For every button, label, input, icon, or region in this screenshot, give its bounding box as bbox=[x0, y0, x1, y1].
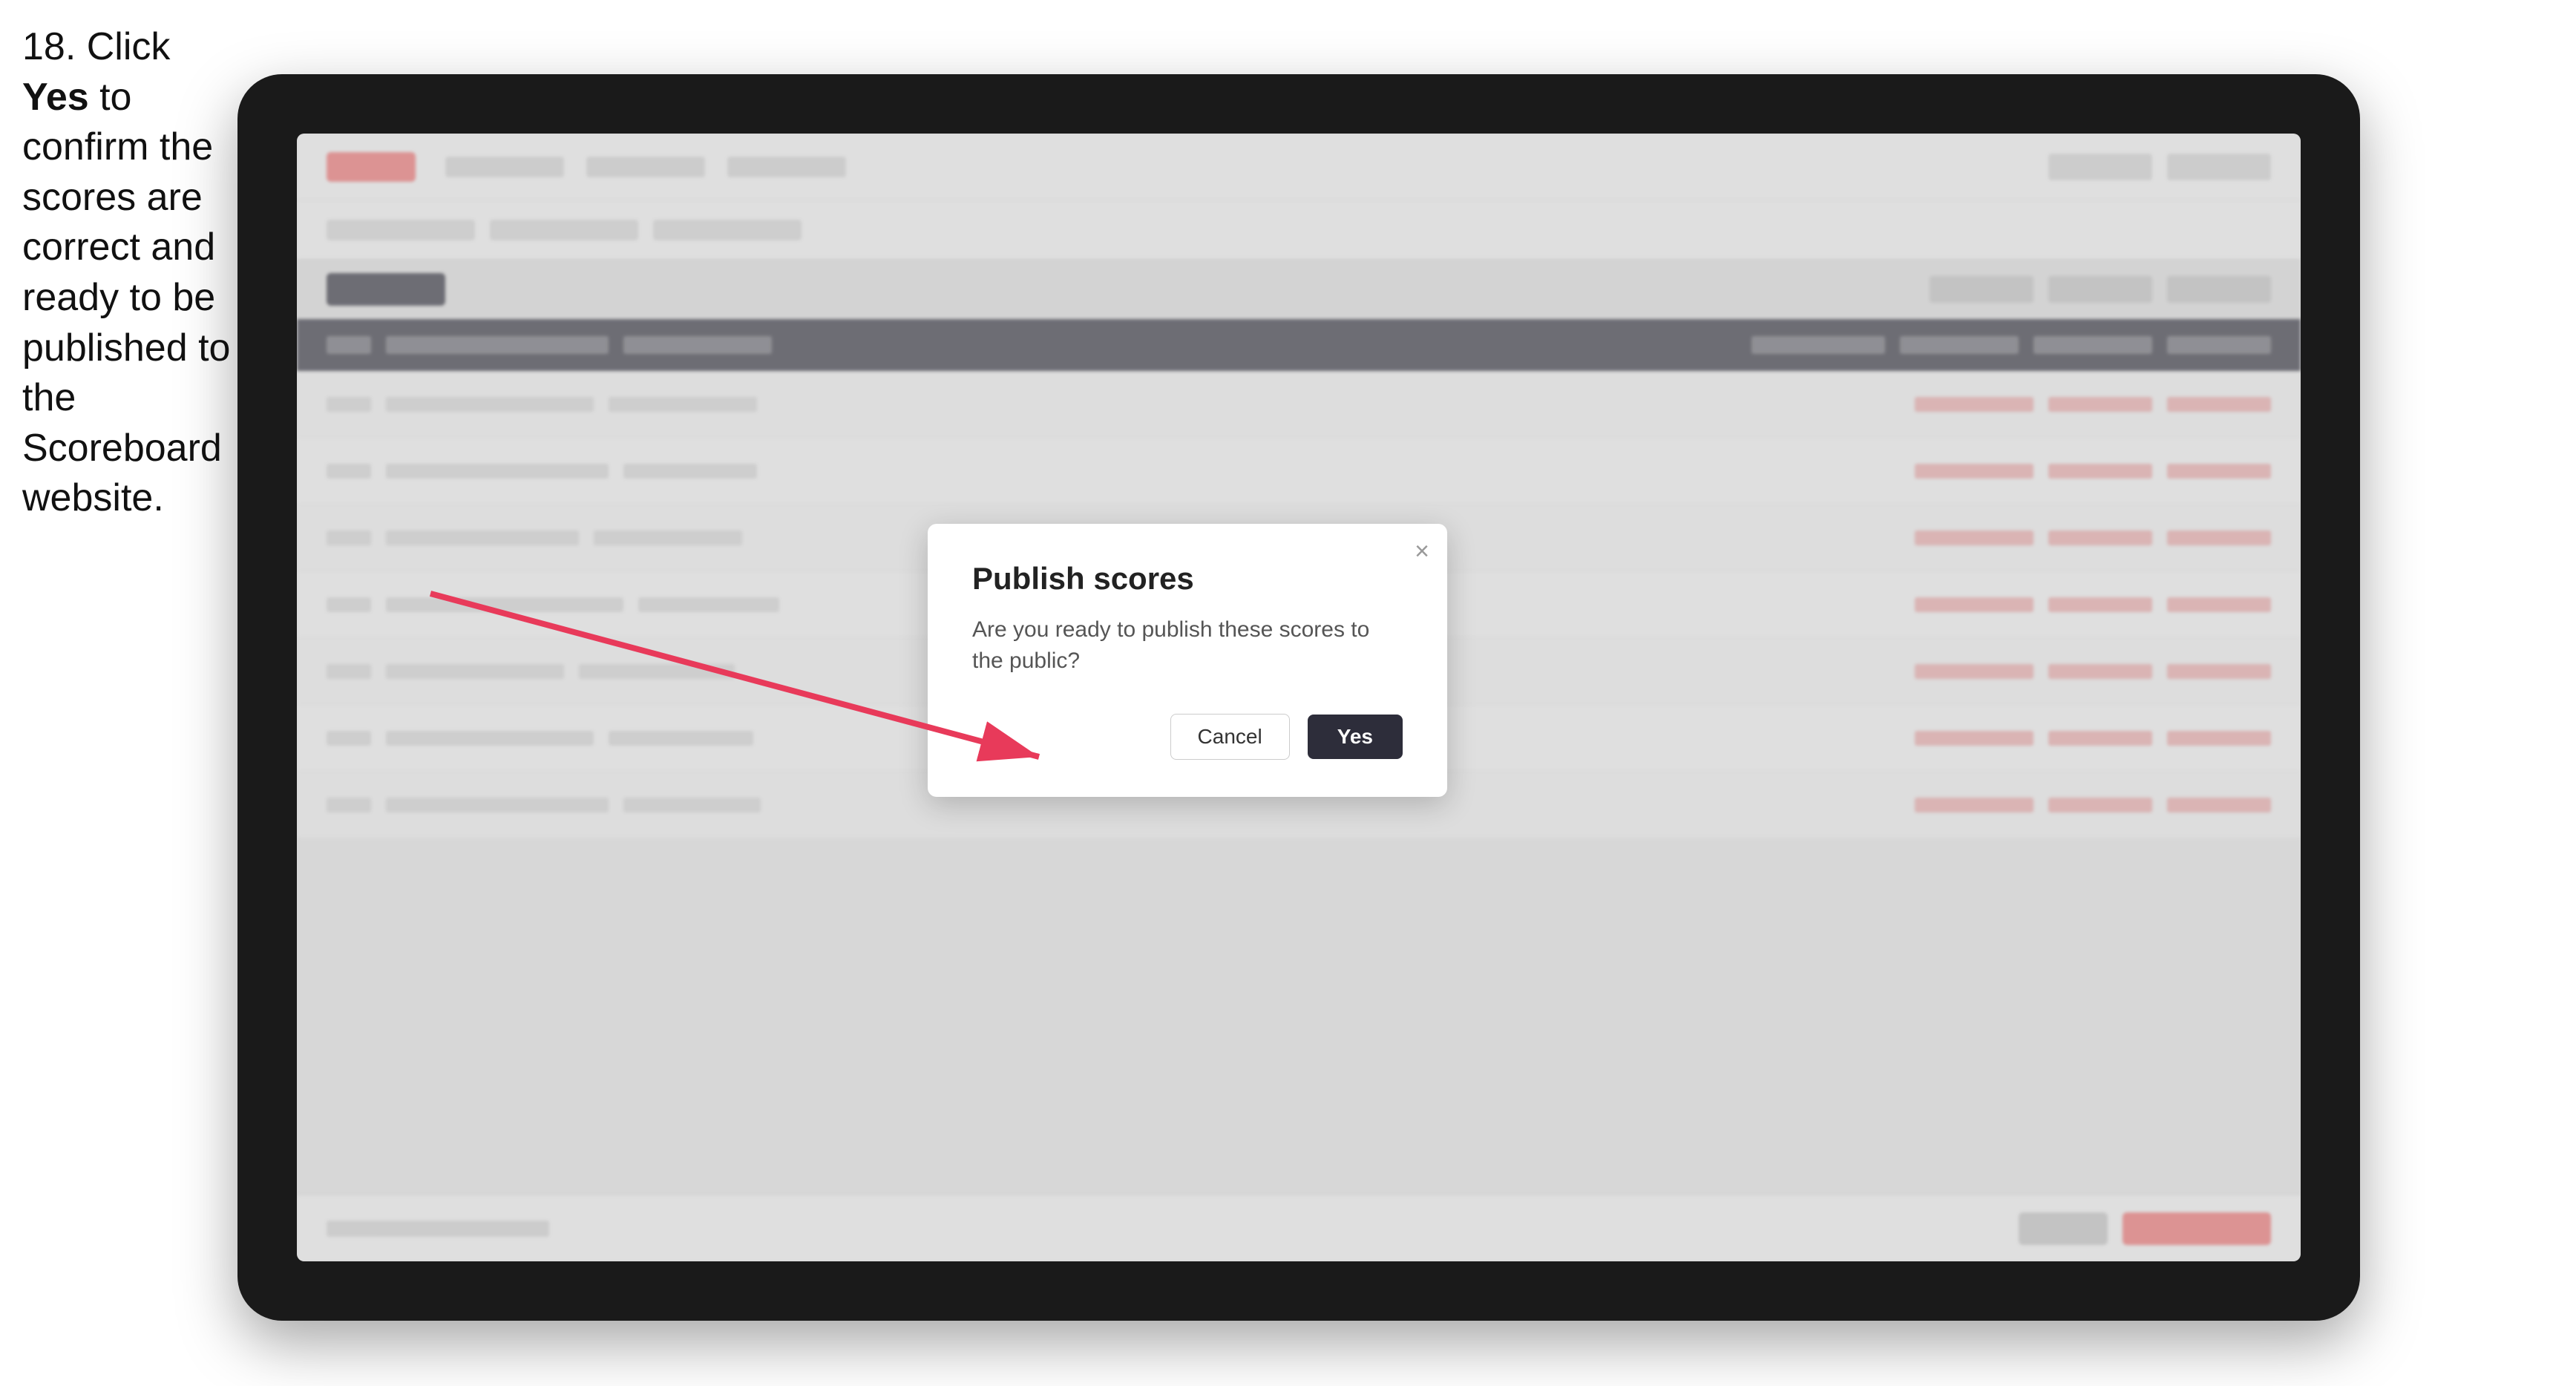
dialog-message: Are you ready to publish these scores to… bbox=[972, 614, 1403, 677]
instruction-text: 18. Click Yes to confirm the scores are … bbox=[22, 22, 237, 524]
tablet-screen: × Publish scores Are you ready to publis… bbox=[297, 134, 2301, 1261]
step-number: 18. bbox=[22, 25, 76, 68]
cancel-button[interactable]: Cancel bbox=[1170, 714, 1290, 760]
instruction-suffix: to confirm the scores are correct and re… bbox=[22, 76, 230, 520]
publish-scores-dialog: × Publish scores Are you ready to publis… bbox=[928, 524, 1447, 797]
instruction-bold: Yes bbox=[22, 76, 89, 119]
dialog-actions: Cancel Yes bbox=[972, 714, 1403, 760]
close-icon[interactable]: × bbox=[1415, 539, 1429, 564]
dialog-title: Publish scores bbox=[972, 561, 1403, 597]
modal-overlay: × Publish scores Are you ready to publis… bbox=[297, 134, 2301, 1261]
yes-button[interactable]: Yes bbox=[1308, 715, 1403, 759]
tablet-device: × Publish scores Are you ready to publis… bbox=[237, 74, 2360, 1321]
instruction-prefix: Click bbox=[87, 25, 171, 68]
